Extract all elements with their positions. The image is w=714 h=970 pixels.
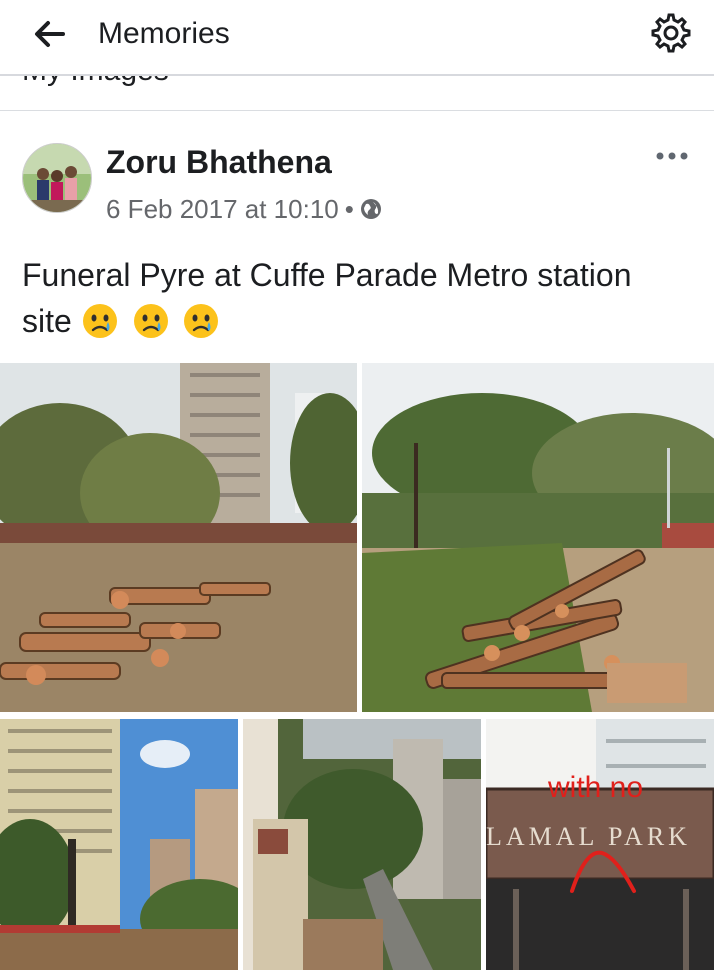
post-meta: 6 Feb 2017 at 10:10 • <box>106 192 382 226</box>
photo-4-image <box>243 719 481 970</box>
author-avatar[interactable] <box>22 143 92 213</box>
page-title: Memories <box>98 17 230 50</box>
annotation-caret-mark <box>570 850 636 893</box>
photo-3[interactable] <box>0 719 238 970</box>
crying-face-icon <box>184 304 219 338</box>
previous-section-peek: My Images <box>0 76 714 111</box>
photo-1-image <box>0 363 357 712</box>
gear-icon <box>651 13 691 53</box>
photo-4[interactable] <box>243 719 481 970</box>
crying-face-icon <box>133 304 168 338</box>
post-options-button[interactable] <box>652 142 692 170</box>
back-button[interactable] <box>30 16 70 52</box>
post-timestamp[interactable]: 6 Feb 2017 at 10:10 <box>106 192 339 226</box>
meta-separator: • <box>344 194 354 224</box>
top-app-bar: Memories <box>0 0 714 76</box>
previous-section-text: My Images <box>22 76 169 88</box>
photo-5[interactable]: with no LAMAL PARK <box>486 719 714 970</box>
arrow-left-icon <box>35 21 65 47</box>
photo-2[interactable] <box>362 363 714 712</box>
photo-3-image <box>0 719 238 970</box>
photo-1[interactable] <box>0 363 357 712</box>
globe-icon <box>360 199 381 219</box>
more-dots-icon <box>656 152 688 160</box>
crying-face-icon <box>82 304 117 338</box>
settings-button[interactable] <box>648 10 694 56</box>
sign-annotation-text: with no <box>548 771 644 804</box>
post-author-name[interactable]: Zoru Bhathena <box>106 142 332 182</box>
photo-2-image <box>362 363 714 712</box>
post-text: Funeral Pyre at Cuffe Parade Metro stati… <box>22 252 682 344</box>
avatar-image <box>23 144 91 212</box>
